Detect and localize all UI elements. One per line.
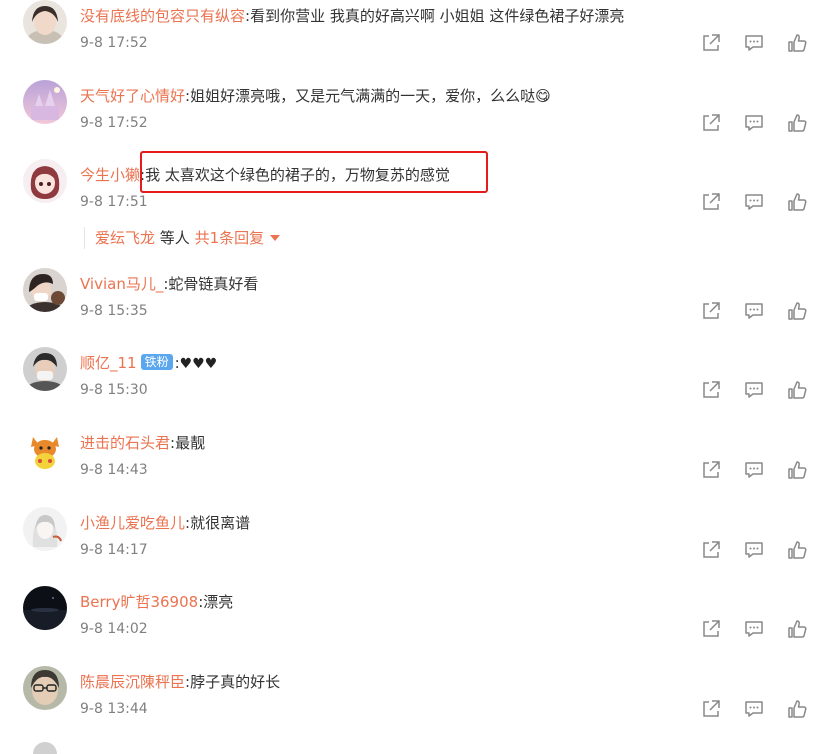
reply-username[interactable]: 爱纭飞龙 xyxy=(95,229,155,247)
comment-line: 陈晨辰沉陳秤臣:脖子真的好长 xyxy=(80,671,280,693)
comment-actions xyxy=(700,698,808,720)
comment-username[interactable]: Vivian马儿_ xyxy=(80,275,163,293)
comment-username[interactable]: 小渔儿爱吃鱼儿 xyxy=(80,514,185,532)
comment-username[interactable]: 天气好了心情好 xyxy=(80,87,185,105)
comment-line: 没有底线的包容只有纵容:看到你营业 我真的好高兴啊 小姐姐 这件绿色裙子好漂亮 xyxy=(80,5,624,27)
comment-text: 脖子真的好长 xyxy=(190,673,281,691)
comment-actions xyxy=(700,112,808,134)
comment-actions xyxy=(700,618,808,640)
comment-time: 9-8 17:52 xyxy=(80,115,148,131)
caret-down-icon[interactable] xyxy=(270,235,281,241)
comment-line: Berry旷哲36908:漂亮 xyxy=(80,591,233,613)
share-icon[interactable] xyxy=(700,459,722,481)
comment-line: Vivian马儿_:蛇骨链真好看 xyxy=(80,273,258,295)
comment-item: 小渔儿爱吃鱼儿:就很离谱 9-8 14:17 xyxy=(0,507,829,577)
fan-badge: 铁粉 xyxy=(140,354,173,370)
comment-time: 9-8 15:30 xyxy=(80,382,148,398)
avatar[interactable] xyxy=(23,427,67,471)
like-icon[interactable] xyxy=(786,300,808,322)
comment-actions xyxy=(700,32,808,54)
comment-line: 天气好了心情好:姐姐好漂亮哦，又是元气满满的一天，爱你，么么哒😋 xyxy=(80,85,551,107)
share-icon[interactable] xyxy=(700,300,722,322)
like-icon[interactable] xyxy=(786,112,808,134)
avatar[interactable] xyxy=(23,586,67,630)
comment-item: 天气好了心情好:姐姐好漂亮哦，又是元气满满的一天，爱你，么么哒😋 9-8 17:… xyxy=(0,80,829,150)
like-icon[interactable] xyxy=(786,379,808,401)
comment-text: 看到你营业 我真的好高兴啊 小姐姐 这件绿色裙子好漂亮 xyxy=(250,7,625,25)
avatar[interactable] xyxy=(23,507,67,551)
like-icon[interactable] xyxy=(786,539,808,561)
avatar[interactable] xyxy=(23,268,67,312)
comment-line: 小渔儿爱吃鱼儿:就很离谱 xyxy=(80,512,250,534)
like-icon[interactable] xyxy=(786,32,808,54)
comment-icon[interactable] xyxy=(743,112,765,134)
comment-item: 进击的石头君:最靓 9-8 14:43 xyxy=(0,427,829,497)
like-icon[interactable] xyxy=(786,459,808,481)
comment-time: 9-8 15:35 xyxy=(80,303,148,319)
comment-text: 蛇骨链真好看 xyxy=(168,275,259,293)
comment-line: 顺亿_11 铁粉:♥♥♥ xyxy=(80,352,217,375)
comment-item: Vivian马儿_:蛇骨链真好看 9-8 15:35 xyxy=(0,268,829,338)
comment-icon[interactable] xyxy=(743,379,765,401)
comment-text: 漂亮 xyxy=(203,593,234,611)
comment-icon[interactable] xyxy=(743,300,765,322)
avatar[interactable] xyxy=(23,159,67,203)
reply-summary-text: 等人 xyxy=(155,229,195,247)
share-icon[interactable] xyxy=(700,539,722,561)
comment-line: 进击的石头君:最靓 xyxy=(80,432,205,454)
comment-time: 9-8 17:52 xyxy=(80,35,148,51)
avatar[interactable] xyxy=(23,347,67,391)
share-icon[interactable] xyxy=(700,698,722,720)
share-icon[interactable] xyxy=(700,32,722,54)
comment-actions xyxy=(700,539,808,561)
comment-username[interactable]: Berry旷哲36908 xyxy=(80,593,198,611)
comment-actions xyxy=(700,379,808,401)
comment-actions xyxy=(700,191,808,213)
share-icon[interactable] xyxy=(700,379,722,401)
comment-text: 最靓 xyxy=(175,434,206,452)
comment-actions xyxy=(700,459,808,481)
like-icon[interactable] xyxy=(786,191,808,213)
reply-summary[interactable]: 爱纭飞龙 等人 共1条回复 xyxy=(84,227,281,249)
comment-icon[interactable] xyxy=(743,32,765,54)
comment-time: 9-8 17:51 xyxy=(80,194,148,210)
comment-time: 9-8 13:44 xyxy=(80,701,148,717)
comment-item: 没有底线的包容只有纵容:看到你营业 我真的好高兴啊 小姐姐 这件绿色裙子好漂亮 … xyxy=(0,0,829,70)
share-icon[interactable] xyxy=(700,112,722,134)
comment-actions xyxy=(700,300,808,322)
comment-item: Berry旷哲36908:漂亮 9-8 14:02 xyxy=(0,586,829,656)
avatar[interactable] xyxy=(33,742,57,754)
avatar[interactable] xyxy=(23,0,67,44)
comment-text: ♥♥♥ xyxy=(179,356,218,372)
comment-text: 就很离谱 xyxy=(190,514,251,532)
comment-username[interactable]: 今生小獭 xyxy=(80,166,140,184)
like-icon[interactable] xyxy=(786,618,808,640)
comment-icon[interactable] xyxy=(743,539,765,561)
avatar[interactable] xyxy=(23,80,67,124)
comment-time: 9-8 14:02 xyxy=(80,621,148,637)
avatar[interactable] xyxy=(23,666,67,710)
comment-icon[interactable] xyxy=(743,618,765,640)
comment-icon[interactable] xyxy=(743,191,765,213)
comment-username[interactable]: 顺亿_11 xyxy=(80,354,137,372)
like-icon[interactable] xyxy=(786,698,808,720)
highlight-box xyxy=(140,151,488,193)
comment-username[interactable]: 没有底线的包容只有纵容 xyxy=(80,7,245,25)
comment-username[interactable]: 陈晨辰沉陳秤臣 xyxy=(80,673,185,691)
share-icon[interactable] xyxy=(700,191,722,213)
comment-item: 顺亿_11 铁粉:♥♥♥ 9-8 15:30 xyxy=(0,347,829,417)
reply-count-link[interactable]: 共1条回复 xyxy=(195,229,265,247)
comment-username[interactable]: 进击的石头君 xyxy=(80,434,170,452)
comment-time: 9-8 14:17 xyxy=(80,542,148,558)
comment-text: 姐姐好漂亮哦，又是元气满满的一天，爱你，么么哒 xyxy=(190,87,536,105)
comment-time: 9-8 14:43 xyxy=(80,462,148,478)
emoji-icon: 😋 xyxy=(535,87,551,105)
comment-item: 陈晨辰沉陳秤臣:脖子真的好长 9-8 13:44 xyxy=(0,666,829,736)
share-icon[interactable] xyxy=(700,618,722,640)
comment-icon[interactable] xyxy=(743,698,765,720)
comment-icon[interactable] xyxy=(743,459,765,481)
